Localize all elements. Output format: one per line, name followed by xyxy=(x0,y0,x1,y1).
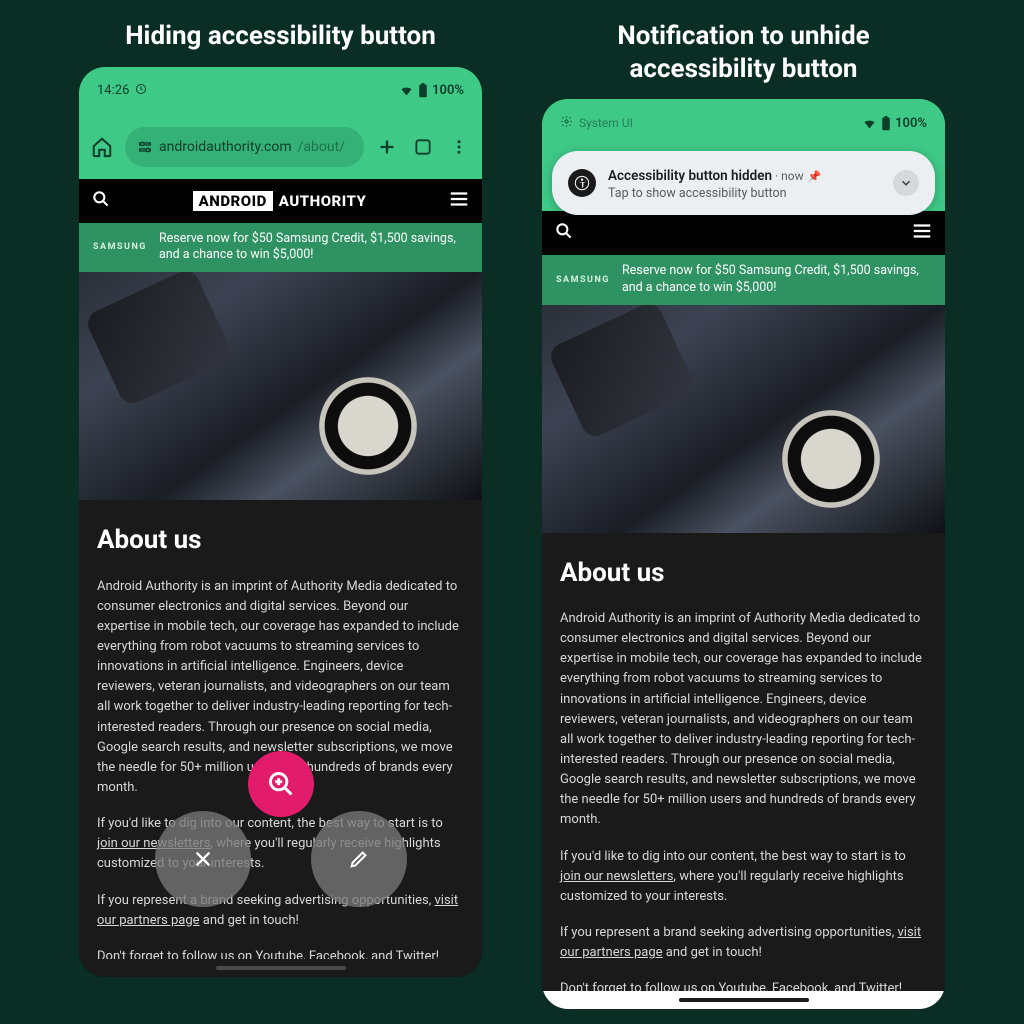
battery-percent: 100% xyxy=(432,83,464,98)
promo-brand: SAMSUNG xyxy=(93,241,147,253)
accessibility-actions xyxy=(155,811,407,907)
accessibility-icon xyxy=(568,169,596,197)
notification-time: · now xyxy=(772,169,804,183)
menu-icon[interactable] xyxy=(446,134,472,160)
notification-title: Accessibility button hidden xyxy=(608,168,772,184)
gesture-bar[interactable] xyxy=(79,959,482,977)
notification-card[interactable]: Accessibility button hidden · now 📌 Tap … xyxy=(552,151,935,215)
site-header: ANDROID AUTHORITY xyxy=(542,211,945,255)
paragraph-2: If you'd like to dig into our content, t… xyxy=(560,847,927,907)
promo-banner[interactable]: SAMSUNG Reserve now for $50 Samsung Cred… xyxy=(79,223,482,273)
wifi-icon xyxy=(399,83,414,98)
paragraph-1: Android Authority is an imprint of Autho… xyxy=(560,609,927,831)
site-header: ANDROID AUTHORITY xyxy=(79,179,482,223)
site-logo[interactable]: ANDROID AUTHORITY xyxy=(193,191,367,211)
close-button[interactable] xyxy=(155,811,251,907)
paragraph-3: If you represent a brand seeking adverti… xyxy=(560,923,927,963)
clock-time: 14:26 xyxy=(97,83,129,98)
promo-text: Reserve now for $50 Samsung Credit, $1,5… xyxy=(622,263,931,297)
hamburger-icon[interactable] xyxy=(911,220,933,246)
new-tab-icon[interactable] xyxy=(374,134,400,160)
gesture-bar[interactable] xyxy=(542,991,945,1009)
search-icon[interactable] xyxy=(91,189,111,213)
hamburger-icon[interactable] xyxy=(448,188,470,214)
pin-icon: 📌 xyxy=(808,170,822,183)
url-domain: androidauthority.com xyxy=(159,139,292,155)
home-icon[interactable] xyxy=(89,134,115,160)
status-bar: 14:26 100% xyxy=(79,67,482,115)
promo-text: Reserve now for $50 Samsung Credit, $1,5… xyxy=(159,231,468,265)
phone-left: 14:26 100% xyxy=(79,67,482,977)
page-title: About us xyxy=(97,520,464,560)
caption-left: Hiding accessibility button xyxy=(125,20,436,53)
newsletter-link[interactable]: join our newsletters xyxy=(560,869,673,884)
battery-percent: 100% xyxy=(895,116,927,131)
vpn-icon xyxy=(135,83,147,99)
battery-icon xyxy=(418,83,428,98)
tabs-icon[interactable] xyxy=(410,134,436,160)
promo-brand: SAMSUNG xyxy=(556,274,610,286)
hero-image xyxy=(79,272,482,500)
address-bar[interactable]: androidauthority.com/about/ xyxy=(125,127,364,167)
accessibility-zoom-button[interactable] xyxy=(248,751,314,817)
hero-image xyxy=(542,305,945,533)
article-body: About us Android Authority is an imprint… xyxy=(542,533,945,1009)
notification-subtitle: Tap to show accessibility button xyxy=(608,186,881,201)
page-title: About us xyxy=(560,553,927,593)
battery-icon xyxy=(881,116,891,131)
url-path: /about/ xyxy=(298,139,345,155)
search-icon[interactable] xyxy=(554,221,574,245)
gear-icon xyxy=(560,115,573,132)
promo-banner[interactable]: SAMSUNG Reserve now for $50 Samsung Cred… xyxy=(542,255,945,305)
notification-shade: System UI 100% xyxy=(542,99,945,215)
browser-toolbar: androidauthority.com/about/ xyxy=(79,115,482,179)
status-bar: System UI 100% xyxy=(542,99,945,147)
phone-right: ANDROID AUTHORITY SAMSUNG Reserve now fo… xyxy=(542,99,945,1009)
edit-button[interactable] xyxy=(311,811,407,907)
wifi-icon xyxy=(862,116,877,131)
caption-right: Notification to unhide accessibility but… xyxy=(542,20,945,85)
system-ui-label: System UI xyxy=(579,116,633,130)
site-settings-icon xyxy=(137,139,153,155)
chevron-down-icon[interactable] xyxy=(893,170,919,196)
